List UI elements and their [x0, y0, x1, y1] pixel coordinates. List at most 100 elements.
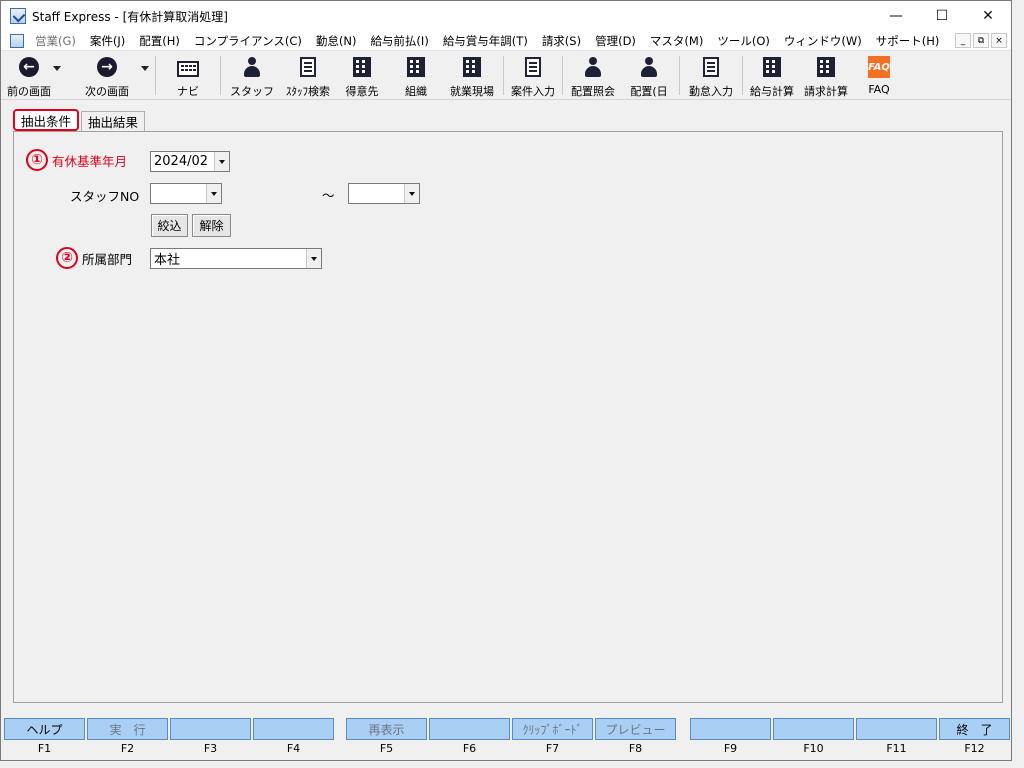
f12-key-label: F12 — [964, 742, 985, 755]
staff-no-from-value — [151, 184, 206, 203]
f12-exit-button[interactable]: 終 了 — [939, 718, 1010, 740]
case-input-button[interactable]: 案件入力 — [506, 52, 560, 99]
tab-extraction-conditions[interactable]: 抽出条件 — [13, 109, 80, 131]
f10-button[interactable] — [773, 718, 854, 740]
chevron-down-icon[interactable] — [306, 249, 321, 268]
chevron-down-icon[interactable] — [206, 184, 221, 203]
clear-button[interactable]: 解除 — [192, 214, 231, 237]
client-label: 得意先 — [345, 85, 379, 98]
base-month-select[interactable]: 2024/02 — [150, 151, 230, 172]
staff-icon — [243, 57, 261, 77]
mdi-minimize-button[interactable]: _ — [955, 33, 971, 48]
forward-dropdown-icon[interactable] — [141, 66, 149, 71]
menu-billing[interactable]: 請求(S) — [536, 33, 589, 49]
f1-help-button[interactable]: ヘルプ — [4, 718, 85, 740]
f2-execute-button[interactable]: 実 行 — [87, 718, 168, 740]
case-input-label: 案件入力 — [511, 85, 555, 98]
work-site-icon — [463, 57, 481, 77]
navi-label: ナビ — [177, 85, 199, 98]
organization-button[interactable]: 組織 — [389, 52, 443, 99]
menu-tools[interactable]: ツール(O) — [711, 33, 778, 49]
f9-button[interactable] — [690, 718, 771, 740]
f3-key-label: F3 — [203, 742, 218, 755]
mdi-close-button[interactable]: × — [991, 33, 1007, 48]
menu-sales[interactable]: 営業(G) — [29, 33, 84, 49]
step-2-badge: ② — [56, 247, 78, 269]
filter-button[interactable]: 絞込 — [151, 214, 188, 237]
assign-inquiry-icon — [584, 57, 602, 77]
menu-master[interactable]: マスタ(M) — [644, 33, 711, 49]
organization-label: 組織 — [405, 85, 427, 98]
staff-search-button[interactable]: ｽﾀｯﾌ検索 — [281, 52, 335, 99]
case-input-icon — [525, 57, 541, 77]
department-select[interactable]: 本社 — [150, 248, 322, 269]
window-controls: — ☐ ✕ — [873, 1, 1011, 31]
toolbar-separator — [220, 56, 221, 95]
menu-payroll[interactable]: 給与賞与年調(T) — [437, 33, 536, 49]
organization-icon — [407, 57, 425, 77]
app-window: Staff Express - [有休計算取消処理] — ☐ ✕ 営業(G) 案… — [0, 0, 1012, 761]
menu-admin[interactable]: 管理(D) — [589, 33, 644, 49]
menu-cases[interactable]: 案件(J) — [84, 33, 133, 49]
menu-attendance[interactable]: 勤怠(N) — [310, 33, 365, 49]
title-bar: Staff Express - [有休計算取消処理] — ☐ ✕ — [1, 1, 1011, 31]
minimize-button[interactable]: — — [873, 1, 919, 31]
back-label: 前の画面 — [7, 85, 51, 98]
mdi-document-icon[interactable] — [10, 33, 24, 48]
chevron-down-icon[interactable] — [214, 152, 229, 171]
chevron-down-icon[interactable] — [404, 184, 419, 203]
billing-calc-icon — [817, 57, 835, 77]
toolbar-separator — [562, 56, 563, 95]
menu-assignment[interactable]: 配置(H) — [133, 33, 188, 49]
back-dropdown-icon[interactable] — [53, 66, 61, 71]
menu-bar: 営業(G) 案件(J) 配置(H) コンプライアンス(C) 勤怠(N) 給与前払… — [1, 31, 1011, 51]
assign-day-button[interactable]: 配置(日 — [621, 52, 677, 99]
payroll-calc-button[interactable]: 給与計算 — [745, 52, 799, 99]
billing-calc-button[interactable]: 請求計算 — [799, 52, 853, 99]
f4-button[interactable] — [253, 718, 334, 740]
base-month-value: 2024/02 — [154, 154, 209, 169]
conditions-panel: ① 有休基準年月 2024/02 スタッフNO ～ 絞込 解除 ② 所属部門 本… — [13, 131, 1003, 703]
department-value: 本社 — [154, 253, 181, 268]
f5-refresh-button[interactable]: 再表示 — [346, 718, 427, 740]
assign-inquiry-button[interactable]: 配置照会 — [565, 52, 621, 99]
billing-calc-label: 請求計算 — [804, 85, 848, 98]
tab-extraction-results[interactable]: 抽出結果 — [81, 111, 146, 131]
staff-button[interactable]: スタッフ — [223, 52, 281, 99]
work-site-button[interactable]: 就業現場 — [443, 52, 501, 99]
back-button[interactable]: ← 前の画面 — [1, 52, 61, 99]
staff-no-from-select[interactable] — [150, 183, 222, 204]
staff-label: スタッフ — [230, 85, 274, 98]
menu-support[interactable]: サポート(H) — [870, 33, 948, 49]
window-title: Staff Express - [有休計算取消処理] — [32, 9, 228, 24]
range-tilde: ～ — [322, 188, 335, 203]
f8-key-label: F8 — [628, 742, 643, 755]
toolbar-separator — [742, 56, 743, 95]
faq-button[interactable]: FAQ FAQ — [853, 52, 905, 99]
menu-window[interactable]: ウィンドウ(W) — [778, 33, 870, 49]
arrow-right-icon: → — [97, 57, 117, 77]
f10-key-label: F10 — [803, 742, 824, 755]
f6-button[interactable] — [429, 718, 510, 740]
navi-button[interactable]: ナビ — [158, 52, 218, 99]
assign-day-icon — [640, 57, 658, 77]
maximize-button[interactable]: ☐ — [919, 1, 965, 31]
keyboard-icon — [177, 60, 199, 77]
mdi-restore-button[interactable]: ⧉ — [973, 33, 989, 48]
function-key-bar: ヘルプ 実 行 再表示 ｸﾘｯﾌﾟﾎﾞｰﾄﾞ プレビュー 終 了 F1 F2 F… — [1, 718, 1011, 762]
f11-button[interactable] — [856, 718, 937, 740]
f7-clipboard-button[interactable]: ｸﾘｯﾌﾟﾎﾞｰﾄﾞ — [512, 718, 593, 740]
menu-compliance[interactable]: コンプライアンス(C) — [188, 33, 310, 49]
f8-preview-button[interactable]: プレビュー — [595, 718, 676, 740]
attendance-input-label: 勤怠入力 — [689, 85, 733, 98]
f3-button[interactable] — [170, 718, 251, 740]
staff-no-to-select[interactable] — [348, 183, 420, 204]
faq-label: FAQ — [868, 83, 890, 96]
attendance-input-button[interactable]: 勤怠入力 — [682, 52, 740, 99]
client-button[interactable]: 得意先 — [335, 52, 389, 99]
forward-button[interactable]: → 次の画面 — [67, 52, 149, 99]
staff-search-icon — [300, 57, 316, 77]
menu-salary-advance[interactable]: 給与前払(I) — [364, 33, 436, 49]
department-row: ② 所属部門 — [56, 247, 132, 269]
close-button[interactable]: ✕ — [965, 1, 1011, 31]
